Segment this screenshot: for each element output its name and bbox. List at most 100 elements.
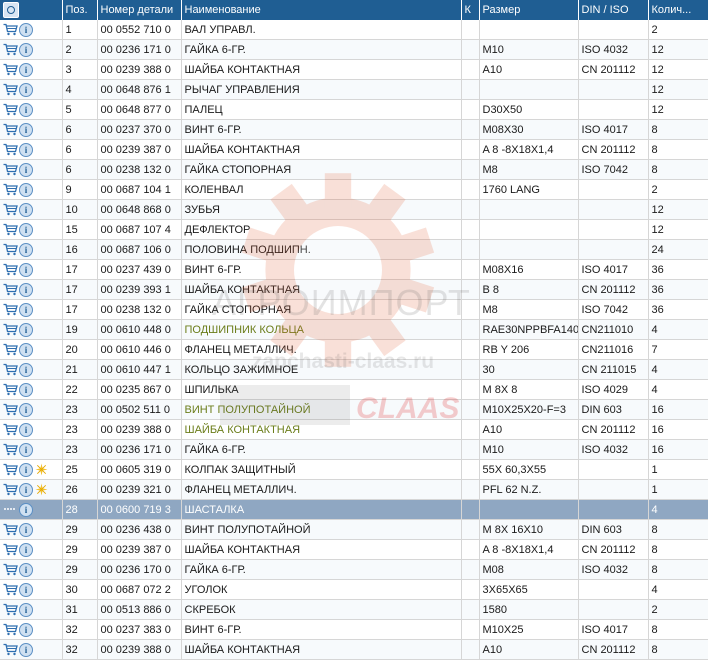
info-icon[interactable]: i: [19, 182, 33, 197]
info-icon[interactable]: i: [19, 462, 33, 477]
cart-icon[interactable]: [3, 203, 18, 216]
table-row[interactable]: i 15 00 0687 107 4 ДЕФЛЕКТОР 12: [0, 219, 708, 240]
info-icon[interactable]: i: [19, 222, 33, 237]
table-row[interactable]: i 32 00 0239 388 0 ШАЙБА КОНТАКТНАЯ A10 CN 20…: [0, 639, 708, 660]
table-row[interactable]: i 32 00 0237 383 0 ВИНТ 6-ГР. M10X25 ISO 4017…: [0, 619, 708, 640]
info-icon[interactable]: i: [19, 62, 33, 77]
table-row[interactable]: i 4 00 0648 876 1 РЫЧАГ УПРАВЛЕНИЯ 12: [0, 79, 708, 100]
cart-icon[interactable]: [3, 403, 18, 416]
info-icon[interactable]: i: [19, 162, 33, 177]
table-row[interactable]: i 17 00 0238 132 0 ГАЙКА СТОПОРНАЯ M8 ISO 704…: [0, 299, 708, 320]
header-size[interactable]: Размер: [479, 0, 579, 20]
info-icon[interactable]: i: [19, 282, 33, 297]
info-icon[interactable]: i: [19, 382, 33, 397]
header-quantity[interactable]: Колич...: [648, 0, 708, 20]
cart-icon[interactable]: [3, 183, 18, 196]
cart-icon[interactable]: [3, 563, 18, 576]
info-icon[interactable]: i: [19, 522, 33, 537]
cart-icon[interactable]: [3, 243, 18, 256]
table-row[interactable]: i 23 00 0239 388 0 ШАЙБА КОНТАКТНАЯ A10 CN 20…: [0, 419, 708, 440]
table-row[interactable]: i 6 00 0237 370 0 ВИНТ 6-ГР. M08X30 ISO 4017 8: [0, 119, 708, 140]
table-row[interactable]: i 29 00 0239 387 0 ШАЙБА КОНТАКТНАЯ A 8 -8X1…: [0, 539, 708, 560]
cart-icon[interactable]: [3, 143, 18, 156]
table-row[interactable]: i 6 00 0239 387 0 ШАЙБА КОНТАКТНАЯ A 8 -8X18…: [0, 139, 708, 160]
table-row[interactable]: i 17 00 0239 393 1 ШАЙБА КОНТАКТНАЯ B 8 CN 20…: [0, 279, 708, 300]
info-icon[interactable]: i: [19, 602, 33, 617]
table-row[interactable]: i 28 00 0600 719 3 ШАСТАЛКА 4: [0, 499, 708, 520]
table-row[interactable]: i 21 00 0610 447 1 КОЛЬЦО ЗАЖИМНОЕ 30 CN 2110…: [0, 359, 708, 380]
info-icon[interactable]: i: [19, 202, 33, 217]
info-icon[interactable]: i: [19, 122, 33, 137]
cart-icon[interactable]: [3, 263, 18, 276]
info-icon[interactable]: i: [19, 502, 33, 517]
table-row[interactable]: i 3 00 0239 388 0 ШАЙБА КОНТАКТНАЯ A10 CN 201…: [0, 59, 708, 80]
cart-icon[interactable]: [3, 343, 18, 356]
cart-icon[interactable]: [3, 103, 18, 116]
info-icon[interactable]: i: [19, 22, 33, 37]
table-row[interactable]: i 2 00 0236 171 0 ГАЙКА 6-ГР. M10 ISO 4032 12: [0, 39, 708, 60]
cart-icon[interactable]: [3, 123, 18, 136]
header-part-number[interactable]: Номер детали: [97, 0, 182, 20]
info-icon[interactable]: i: [19, 322, 33, 337]
cart-icon[interactable]: [3, 543, 18, 556]
info-icon[interactable]: i: [19, 242, 33, 257]
cart-icon[interactable]: [3, 423, 18, 436]
cart-icon[interactable]: [3, 623, 18, 636]
cart-icon[interactable]: [3, 23, 18, 36]
table-row[interactable]: i 23 00 0236 171 0 ГАЙКА 6-ГР. M10 ISO 4032 16: [0, 439, 708, 460]
table-row[interactable]: i 26 00 0239 321 0 ФЛАНЕЦ МЕТАЛЛИЧ. PFL 62 N…: [0, 479, 708, 500]
table-row[interactable]: i 31 00 0513 886 0 СКРЕБОК 1580 2: [0, 599, 708, 620]
cart-icon[interactable]: [3, 363, 18, 376]
cart-icon[interactable]: [3, 323, 18, 336]
table-row[interactable]: i 25 00 0605 319 0 КОЛПАК ЗАЩИТНЫЙ 55X 60,3X…: [0, 459, 708, 480]
table-row[interactable]: i 9 00 0687 104 1 КОЛЕНВАЛ 1760 LANG 2: [0, 179, 708, 200]
header-din-iso[interactable]: DIN / ISO: [578, 0, 649, 20]
info-icon[interactable]: i: [19, 262, 33, 277]
info-icon[interactable]: i: [19, 422, 33, 437]
cart-icon[interactable]: [3, 163, 18, 176]
info-icon[interactable]: i: [19, 582, 33, 597]
info-icon[interactable]: i: [19, 42, 33, 57]
header-k[interactable]: К: [461, 0, 480, 20]
cart-icon[interactable]: [3, 603, 18, 616]
cart-icon[interactable]: [3, 63, 18, 76]
info-icon[interactable]: i: [19, 102, 33, 117]
table-row[interactable]: i 19 00 0610 448 0 ПОДШИПНИК КОЛЬЦА RAE30NPP…: [0, 319, 708, 340]
table-row[interactable]: i 30 00 0687 072 2 УГОЛОК 3X65X65 4: [0, 579, 708, 600]
table-row[interactable]: i 16 00 0687 106 0 ПОЛОВИНА ПОДШИПН. 24: [0, 239, 708, 260]
info-icon[interactable]: i: [19, 342, 33, 357]
info-icon[interactable]: i: [19, 482, 33, 497]
cart-icon[interactable]: [3, 83, 18, 96]
cart-icon[interactable]: [3, 443, 18, 456]
cart-icon[interactable]: [3, 503, 18, 516]
table-row[interactable]: i 10 00 0648 868 0 ЗУБЬЯ 12: [0, 199, 708, 220]
info-icon[interactable]: i: [19, 562, 33, 577]
select-all-icon[interactable]: [3, 2, 19, 18]
cart-icon[interactable]: [3, 383, 18, 396]
cart-icon[interactable]: [3, 523, 18, 536]
table-row[interactable]: i 29 00 0236 170 0 ГАЙКА 6-ГР. M08 ISO 4032 8: [0, 559, 708, 580]
header-icon-cell[interactable]: [0, 0, 63, 20]
table-row[interactable]: i 29 00 0236 438 0 ВИНТ ПОЛУПОТАЙНОЙ M 8X 16…: [0, 519, 708, 540]
cart-icon[interactable]: [3, 483, 18, 496]
info-icon[interactable]: i: [19, 302, 33, 317]
table-row[interactable]: i 1 00 0552 710 0 ВАЛ УПРАВЛ. 2: [0, 20, 708, 40]
header-pos[interactable]: Поз.: [62, 0, 98, 20]
table-row[interactable]: i 20 00 0610 446 0 ФЛАНЕЦ МЕТАЛЛИЧ. RB Y 206…: [0, 339, 708, 360]
table-row[interactable]: i 5 00 0648 877 0 ПАЛЕЦ D30X50 12: [0, 99, 708, 120]
info-icon[interactable]: i: [19, 82, 33, 97]
info-icon[interactable]: i: [19, 642, 33, 657]
info-icon[interactable]: i: [19, 442, 33, 457]
cart-icon[interactable]: [3, 223, 18, 236]
info-icon[interactable]: i: [19, 402, 33, 417]
table-row[interactable]: i 17 00 0237 439 0 ВИНТ 6-ГР. M08X16 ISO 4017…: [0, 259, 708, 280]
info-icon[interactable]: i: [19, 142, 33, 157]
cart-icon[interactable]: [3, 583, 18, 596]
cart-icon[interactable]: [3, 643, 18, 656]
cart-icon[interactable]: [3, 283, 18, 296]
info-icon[interactable]: i: [19, 542, 33, 557]
info-icon[interactable]: i: [19, 622, 33, 637]
table-row[interactable]: i 23 00 0502 511 0 ВИНТ ПОЛУПОТАЙНОЙ M10X25X…: [0, 399, 708, 420]
info-icon[interactable]: i: [19, 362, 33, 377]
table-row[interactable]: i 6 00 0238 132 0 ГАЙКА СТОПОРНАЯ M8 ISO 7042…: [0, 159, 708, 180]
